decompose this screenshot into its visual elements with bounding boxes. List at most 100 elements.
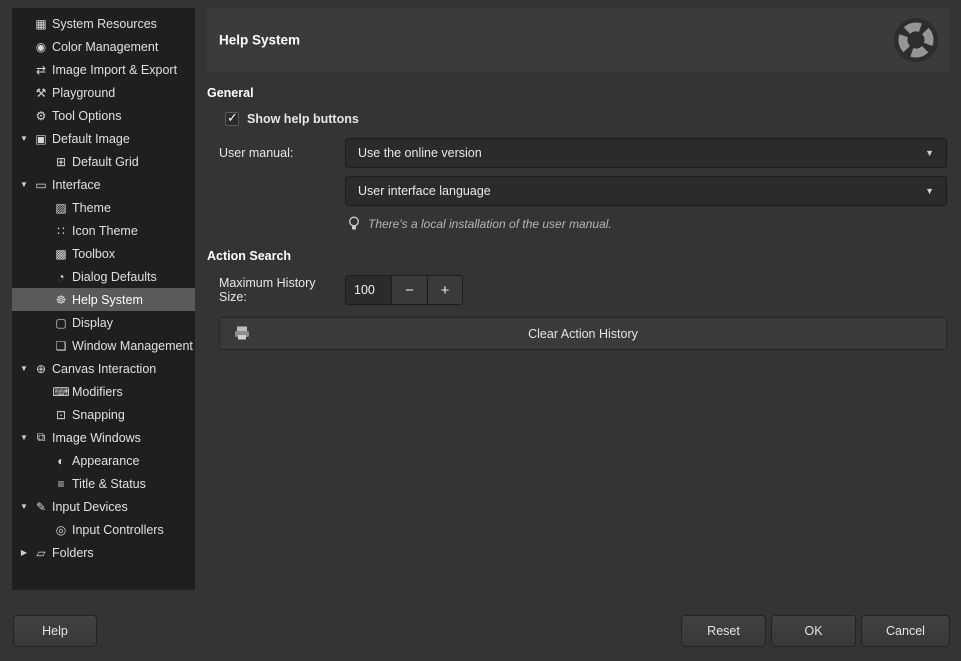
dialog-defaults-icon: ◔ xyxy=(52,270,70,284)
toolbox-icon: ▩ xyxy=(52,247,70,261)
title-status-icon: ≡ xyxy=(52,477,70,491)
manual-info-row: There's a local installation of the user… xyxy=(348,216,949,231)
show-help-buttons-checkbox[interactable] xyxy=(225,112,239,126)
sidebar-item-folders[interactable]: ▶ ▱ Folders xyxy=(12,541,195,564)
sidebar-item-toolbox[interactable]: ▩ Toolbox xyxy=(12,242,195,265)
sidebar-item-label: Default Image xyxy=(52,132,130,146)
help-system-panel: General Show help buttons User manual: U… xyxy=(207,72,949,350)
sidebar-item-help-system[interactable]: ☸ Help System xyxy=(12,288,195,311)
sidebar-list: ▦ System Resources ◉ Color Management ⇄ … xyxy=(12,12,195,564)
sidebar-item-label: Icon Theme xyxy=(72,224,138,238)
sidebar-item-color-management[interactable]: ◉ Color Management xyxy=(12,35,195,58)
expander-icon[interactable]: ▼ xyxy=(16,502,32,511)
page-title: Help System xyxy=(219,33,300,48)
sidebar-item-modifiers[interactable]: ⌨ Modifiers xyxy=(12,380,195,403)
tool-options-icon: ⚙ xyxy=(32,109,50,123)
sidebar-item-label: Image Import & Export xyxy=(52,63,177,77)
user-manual-dropdown[interactable]: Use the online version ▼ xyxy=(345,138,947,168)
sidebar-item-appearance[interactable]: ◐ Appearance xyxy=(12,449,195,472)
ok-button[interactable]: OK xyxy=(771,615,856,647)
input-devices-icon: ✎ xyxy=(32,500,50,514)
sidebar-item-title-status[interactable]: ≡ Title & Status xyxy=(12,472,195,495)
sidebar-item-image-windows[interactable]: ▼ ⧉ Image Windows xyxy=(12,426,195,449)
sidebar-item-label: Input Devices xyxy=(52,500,128,514)
sidebar-item-input-controllers[interactable]: ◎ Input Controllers xyxy=(12,518,195,541)
manual-info-text: There's a local installation of the user… xyxy=(368,217,612,231)
sidebar-item-label: Input Controllers xyxy=(72,523,164,537)
system-resources-icon: ▦ xyxy=(32,17,50,31)
clear-history-icon xyxy=(234,326,250,340)
input-controllers-icon: ◎ xyxy=(52,523,70,537)
sidebar-item-default-image[interactable]: ▼ ▣ Default Image xyxy=(12,127,195,150)
clear-action-history-button[interactable]: Clear Action History xyxy=(219,317,947,350)
sidebar-item-tool-options[interactable]: ⚙ Tool Options xyxy=(12,104,195,127)
sidebar-item-icon-theme[interactable]: ∷ Icon Theme xyxy=(12,219,195,242)
show-help-buttons-row[interactable]: Show help buttons xyxy=(225,112,949,126)
sidebar-item-default-grid[interactable]: ⊞ Default Grid xyxy=(12,150,195,173)
default-image-icon: ▣ xyxy=(32,132,50,146)
sidebar-item-label: Playground xyxy=(52,86,115,100)
increment-button[interactable]: + xyxy=(427,275,463,305)
sidebar-item-label: Dialog Defaults xyxy=(72,270,157,284)
sidebar-item-input-devices[interactable]: ▼ ✎ Input Devices xyxy=(12,495,195,518)
cancel-button[interactable]: Cancel xyxy=(861,615,950,647)
help-system-icon xyxy=(893,17,939,63)
sidebar-item-label: Default Grid xyxy=(72,155,139,169)
max-history-size-label: Maximum History Size: xyxy=(219,276,345,304)
lightbulb-icon xyxy=(348,216,360,231)
sidebar-item-label: Interface xyxy=(52,178,101,192)
sidebar-item-label: Help System xyxy=(72,293,143,307)
sidebar-item-label: Title & Status xyxy=(72,477,146,491)
chevron-down-icon: ▼ xyxy=(925,186,934,196)
appearance-icon: ◐ xyxy=(52,454,70,468)
sidebar-item-label: Window Management xyxy=(72,339,193,353)
sidebar-item-display[interactable]: ▢ Display xyxy=(12,311,195,334)
sidebar-item-interface[interactable]: ▼ ▭ Interface xyxy=(12,173,195,196)
theme-icon: ▨ xyxy=(52,201,70,215)
general-section-title: General xyxy=(207,86,949,100)
sidebar-item-label: Image Windows xyxy=(52,431,141,445)
sidebar-item-theme[interactable]: ▨ Theme xyxy=(12,196,195,219)
folders-icon: ▱ xyxy=(32,546,50,560)
sidebar-item-snapping[interactable]: ⊡ Snapping xyxy=(12,403,195,426)
reset-button[interactable]: Reset xyxy=(681,615,766,647)
expander-icon[interactable]: ▼ xyxy=(16,364,32,373)
user-interface-language-dropdown[interactable]: User interface language ▼ xyxy=(345,176,947,206)
sidebar-item-image-import-export[interactable]: ⇄ Image Import & Export xyxy=(12,58,195,81)
action-search-section-title: Action Search xyxy=(207,249,949,263)
sidebar-item-label: Tool Options xyxy=(52,109,121,123)
display-icon: ▢ xyxy=(52,316,70,330)
user-manual-value: Use the online version xyxy=(358,146,925,160)
show-help-buttons-label: Show help buttons xyxy=(247,112,359,126)
language-value: User interface language xyxy=(358,184,925,198)
sidebar-item-label: Canvas Interaction xyxy=(52,362,156,376)
sidebar-item-canvas-interaction[interactable]: ▼ ⊕ Canvas Interaction xyxy=(12,357,195,380)
sidebar-item-window-management[interactable]: ❏ Window Management xyxy=(12,334,195,357)
sidebar-item-dialog-defaults[interactable]: ◔ Dialog Defaults xyxy=(12,265,195,288)
sidebar-item-label: Modifiers xyxy=(72,385,123,399)
chevron-down-icon: ▼ xyxy=(925,148,934,158)
sidebar-item-label: Display xyxy=(72,316,113,330)
playground-icon: ⚒ xyxy=(32,86,50,100)
interface-icon: ▭ xyxy=(32,178,50,192)
page-header: Help System xyxy=(207,8,949,72)
expander-icon[interactable]: ▶ xyxy=(16,548,32,557)
help-button[interactable]: Help xyxy=(13,615,97,647)
sidebar-item-label: Appearance xyxy=(72,454,139,468)
expander-icon[interactable]: ▼ xyxy=(16,433,32,442)
icon-theme-icon: ∷ xyxy=(52,224,70,238)
expander-icon[interactable]: ▼ xyxy=(16,134,32,143)
canvas-interaction-icon: ⊕ xyxy=(32,362,50,376)
clear-action-history-label: Clear Action History xyxy=(528,327,638,341)
max-history-size-input[interactable]: 100 xyxy=(345,275,391,305)
snapping-icon: ⊡ xyxy=(52,408,70,422)
decrement-button[interactable]: − xyxy=(391,275,427,305)
sidebar-item-playground[interactable]: ⚒ Playground xyxy=(12,81,195,104)
expander-icon[interactable]: ▼ xyxy=(16,180,32,189)
default-grid-icon: ⊞ xyxy=(52,155,70,169)
max-history-size-stepper: 100 − + xyxy=(345,275,463,305)
sidebar-item-label: Toolbox xyxy=(72,247,115,261)
sidebar-item-system-resources[interactable]: ▦ System Resources xyxy=(12,12,195,35)
help-system-icon: ☸ xyxy=(52,293,70,307)
image-windows-icon: ⧉ xyxy=(32,430,50,445)
